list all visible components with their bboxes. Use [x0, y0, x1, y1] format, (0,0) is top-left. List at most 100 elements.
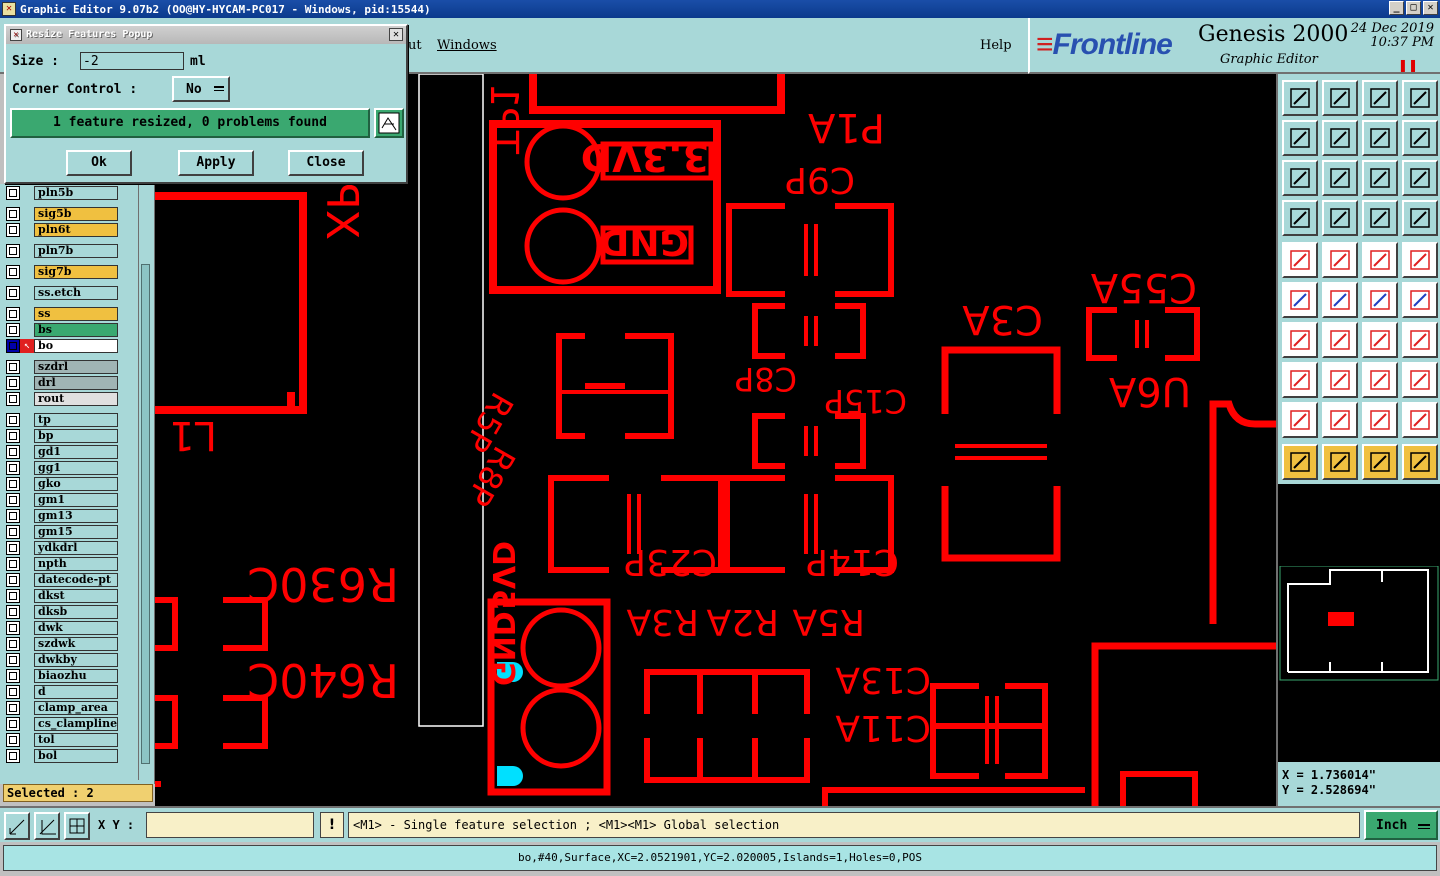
layer-name[interactable]: ydkdrl — [34, 541, 118, 555]
net-select-icon[interactable] — [1402, 444, 1438, 480]
layer-row-gg1[interactable]: gg1 — [6, 461, 118, 475]
size-input[interactable] — [80, 52, 184, 70]
layer-checkbox[interactable] — [6, 749, 20, 763]
layer-row-szdwk[interactable]: szdwk — [6, 637, 118, 651]
layer-name[interactable]: szdwk — [34, 637, 118, 651]
move-point-icon[interactable] — [1362, 282, 1398, 318]
grid-toggle-icon[interactable] — [1322, 200, 1358, 236]
open-job-icon[interactable] — [1282, 80, 1318, 116]
layer-name[interactable]: pln5b — [34, 186, 118, 200]
layer-name[interactable]: dkst — [34, 589, 118, 603]
popup-titlebar[interactable]: ✕ Resize Features Popup ✕ — [6, 26, 406, 44]
layer-checkbox[interactable] — [6, 429, 20, 443]
layer-row-gd1[interactable]: gd1 — [6, 445, 118, 459]
layer-checkbox[interactable] — [6, 186, 20, 200]
layer-scrollbar[interactable] — [138, 184, 152, 780]
layer-row-bp[interactable]: bp — [6, 429, 118, 443]
layer-checkbox[interactable] — [6, 244, 20, 258]
pause-icon[interactable]: ❚❚ — [1398, 58, 1418, 72]
zoom-fit-icon[interactable] — [1402, 120, 1438, 156]
layer-checkbox[interactable] — [6, 223, 20, 237]
layer-checkbox[interactable] — [6, 685, 20, 699]
layer-checkbox[interactable] — [6, 653, 20, 667]
layer-name[interactable]: sig7b — [34, 265, 118, 279]
layer-checkbox[interactable] — [6, 307, 20, 321]
line-icon[interactable] — [1322, 322, 1358, 358]
layer-name[interactable]: gg1 — [34, 461, 118, 475]
cross-icon[interactable] — [1322, 282, 1358, 318]
pointer-icon[interactable] — [1282, 444, 1318, 480]
layer-row-gm13[interactable]: gm13 — [6, 509, 118, 523]
layer-checkbox[interactable] — [6, 207, 20, 221]
layer-name[interactable]: szdrl — [34, 360, 118, 374]
layer-name[interactable]: tol — [34, 733, 118, 747]
layer-row-datecode-pt[interactable]: datecode-pt — [6, 573, 118, 587]
zoom-back-icon[interactable] — [1282, 120, 1318, 156]
layer-row-ydkdrl[interactable]: ydkdrl — [6, 541, 118, 555]
layer-name[interactable]: d — [34, 685, 118, 699]
layer-name[interactable]: ss.etch — [34, 286, 118, 300]
layer-name[interactable]: gd1 — [34, 445, 118, 459]
layer-row-tol[interactable]: tol — [6, 733, 118, 747]
layer-checkbox[interactable] — [6, 445, 20, 459]
layer-name[interactable]: gko — [34, 477, 118, 491]
layer-name[interactable]: gm15 — [34, 525, 118, 539]
menu-item-layout[interactable]: ut — [408, 38, 422, 53]
layer-row-clamp_area[interactable]: clamp_area — [6, 701, 118, 715]
layer-scroll-thumb[interactable] — [141, 264, 150, 764]
pointer-select-icon[interactable] — [1322, 444, 1358, 480]
help-icon[interactable] — [1402, 160, 1438, 196]
layer-name[interactable]: drl — [34, 376, 118, 390]
config-icon[interactable] — [1282, 200, 1318, 236]
layer-row-pln5b[interactable]: pln5b — [6, 186, 118, 200]
layer-checkbox[interactable] — [6, 339, 20, 353]
layer-row-ss[interactable]: ss — [6, 307, 118, 321]
unit-dropdown[interactable]: Inch — [1364, 810, 1438, 840]
layer-checkbox[interactable] — [6, 573, 20, 587]
maximize-button[interactable]: □ — [1406, 1, 1421, 15]
layer-checkbox[interactable] — [6, 493, 20, 507]
layer-row-bs[interactable]: bs — [6, 323, 118, 337]
angle-line-icon[interactable] — [1282, 322, 1318, 358]
layer-name[interactable]: cs_clampline — [34, 717, 118, 731]
layer-checkbox[interactable] — [6, 589, 20, 603]
layer-row-sig5b[interactable]: sig5b — [6, 207, 118, 221]
zoom-window-icon[interactable] — [1362, 120, 1398, 156]
dimension-icon[interactable] — [1362, 362, 1398, 398]
pad-icon[interactable] — [1402, 242, 1438, 278]
pointer-move-icon[interactable] — [1362, 444, 1398, 480]
xy-input[interactable] — [146, 812, 314, 838]
scale-1-2-icon[interactable] — [1362, 160, 1398, 196]
layer-checkbox[interactable] — [6, 392, 20, 406]
layer-checkbox[interactable] — [6, 525, 20, 539]
layer-row-dksb[interactable]: dksb — [6, 605, 118, 619]
layer-name[interactable]: gm1 — [34, 493, 118, 507]
layer-name[interactable]: biaozhu — [34, 669, 118, 683]
layer-name[interactable]: pln6t — [34, 223, 118, 237]
layer-checkbox[interactable] — [6, 637, 20, 651]
layer-checkbox[interactable] — [6, 286, 20, 300]
layer-row-pln7b[interactable]: pln7b — [6, 244, 118, 258]
window-icon[interactable] — [1402, 80, 1438, 116]
minimize-button[interactable]: _ — [1389, 1, 1404, 15]
measure-icon[interactable] — [34, 812, 60, 840]
layer-row-gm15[interactable]: gm15 — [6, 525, 118, 539]
layer-name[interactable]: dwk — [34, 621, 118, 635]
layer-row-ss.etch[interactable]: ss.etch — [6, 286, 118, 300]
pad-add-icon[interactable] — [1282, 362, 1318, 398]
report-icon[interactable] — [374, 108, 404, 138]
layer-name[interactable]: rout — [34, 392, 118, 406]
draw-polygon-icon[interactable] — [1322, 242, 1358, 278]
layer-row-bo[interactable]: ↖ bo — [6, 339, 118, 353]
close-window-button[interactable]: ✕ — [1423, 1, 1438, 15]
layer-row-drl[interactable]: drl — [6, 376, 118, 390]
menu-item-help[interactable]: Help — [980, 38, 1012, 53]
layer-checkbox[interactable] — [6, 605, 20, 619]
layer-display-icon[interactable] — [1362, 200, 1398, 236]
alert-icon[interactable]: ! — [320, 812, 344, 838]
layer-row-biaozhu[interactable]: biaozhu — [6, 669, 118, 683]
triangle3-icon[interactable] — [1362, 402, 1398, 438]
layer-row-d[interactable]: d — [6, 685, 118, 699]
layer-name[interactable]: sig5b — [34, 207, 118, 221]
ruler-icon[interactable] — [1362, 242, 1398, 278]
